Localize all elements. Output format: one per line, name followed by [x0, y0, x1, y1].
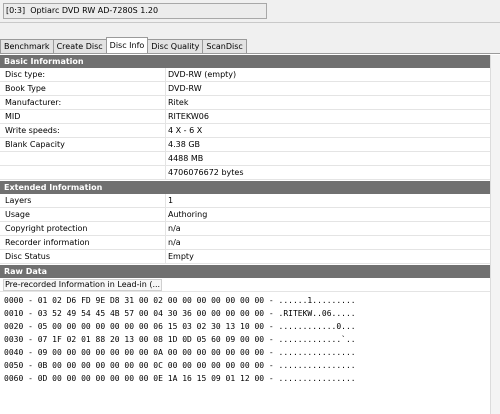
- section-basic-information: Basic Information: [0, 55, 490, 68]
- raw-data-selector-row: Pre-recorded Information in Lead-in (...: [0, 279, 490, 292]
- info-value: Empty: [168, 252, 194, 261]
- info-label: Recorder information: [5, 238, 90, 247]
- info-label: Blank Capacity: [5, 140, 65, 149]
- info-row: 4488 MB: [0, 152, 490, 166]
- tab-area: Benchmark Create Disc Disc Info Disc Qua…: [0, 23, 500, 54]
- info-label: Manufacturer:: [5, 98, 62, 107]
- hex-dump-line: 0060 - 0D 00 00 00 00 00 00 00 0E 1A 16 …: [4, 374, 356, 383]
- hex-dump-line: 0050 - 0B 00 00 00 00 00 00 00 0C 00 00 …: [4, 361, 356, 370]
- drive-toolbar: [0:3] Optiarc DVD RW AD-7280S 1.20: [0, 0, 500, 23]
- info-row: Usage Authoring: [0, 208, 490, 222]
- info-value: 4.38 GB: [168, 140, 201, 149]
- info-value: n/a: [168, 224, 181, 233]
- section-raw-data: Raw Data: [0, 265, 490, 278]
- disc-info-panel: Basic Information Disc type: DVD-RW (emp…: [0, 55, 500, 414]
- hex-dump-line: 0030 - 07 1F 02 01 88 20 13 00 08 1D 0D …: [4, 335, 356, 344]
- info-row: Layers 1: [0, 194, 490, 208]
- tab-strip: Benchmark Create Disc Disc Info Disc Qua…: [0, 37, 247, 53]
- section-extended-information: Extended Information: [0, 181, 490, 194]
- info-row: Write speeds: 4 X - 6 X: [0, 124, 490, 138]
- info-label: Disc type:: [5, 70, 46, 79]
- info-row: Recorder information n/a: [0, 236, 490, 250]
- info-label: Write speeds:: [5, 126, 60, 135]
- hex-dump-line: 0000 - 01 02 D6 FD 9E D8 31 00 02 00 00 …: [4, 296, 356, 305]
- info-row: Copyright protection n/a: [0, 222, 490, 236]
- info-label: Book Type: [5, 84, 46, 93]
- info-label: Usage: [5, 210, 30, 219]
- tab-disc-quality[interactable]: Disc Quality: [147, 39, 204, 53]
- info-value: n/a: [168, 238, 181, 247]
- info-value: 1: [168, 196, 174, 205]
- info-row: 4706076672 bytes: [0, 166, 490, 180]
- info-row: Book Type DVD-RW: [0, 82, 490, 96]
- hex-dump-line: 0040 - 09 00 00 00 00 00 00 00 0A 00 00 …: [4, 348, 356, 357]
- info-value: 4488 MB: [168, 154, 204, 163]
- info-value: Authoring: [168, 210, 208, 219]
- info-row: MID RITEKW06: [0, 110, 490, 124]
- info-label: Copyright protection: [5, 224, 88, 233]
- info-row: Manufacturer: Ritek: [0, 96, 490, 110]
- info-row: Disc Status Empty: [0, 250, 490, 264]
- tab-create-disc[interactable]: Create Disc: [52, 39, 107, 53]
- info-label: MID: [5, 112, 21, 121]
- raw-data-dropdown[interactable]: Pre-recorded Information in Lead-in (...: [3, 279, 162, 291]
- tab-benchmark[interactable]: Benchmark: [0, 39, 54, 53]
- drive-select[interactable]: [0:3] Optiarc DVD RW AD-7280S 1.20: [3, 3, 267, 19]
- info-label: Layers: [5, 196, 32, 205]
- info-value: DVD-RW (empty): [168, 70, 237, 79]
- hex-dump-line: 0010 - 03 52 49 54 45 4B 57 00 04 30 36 …: [4, 309, 356, 318]
- vertical-scrollbar[interactable]: [490, 55, 500, 414]
- info-row: Blank Capacity 4.38 GB: [0, 138, 490, 152]
- tab-scandisc[interactable]: ScanDisc: [202, 39, 247, 53]
- info-value: 4706076672 bytes: [168, 168, 244, 177]
- tab-divider: [0, 53, 500, 54]
- info-value: 4 X - 6 X: [168, 126, 203, 135]
- hex-dump-line: 0020 - 05 00 00 00 00 00 00 00 06 15 03 …: [4, 322, 356, 331]
- info-value: DVD-RW: [168, 84, 202, 93]
- tab-disc-info[interactable]: Disc Info: [105, 37, 149, 53]
- info-label: Disc Status: [5, 252, 50, 261]
- info-value: Ritek: [168, 98, 189, 107]
- info-value: RITEKW06: [168, 112, 209, 121]
- info-row: Disc type: DVD-RW (empty): [0, 68, 490, 82]
